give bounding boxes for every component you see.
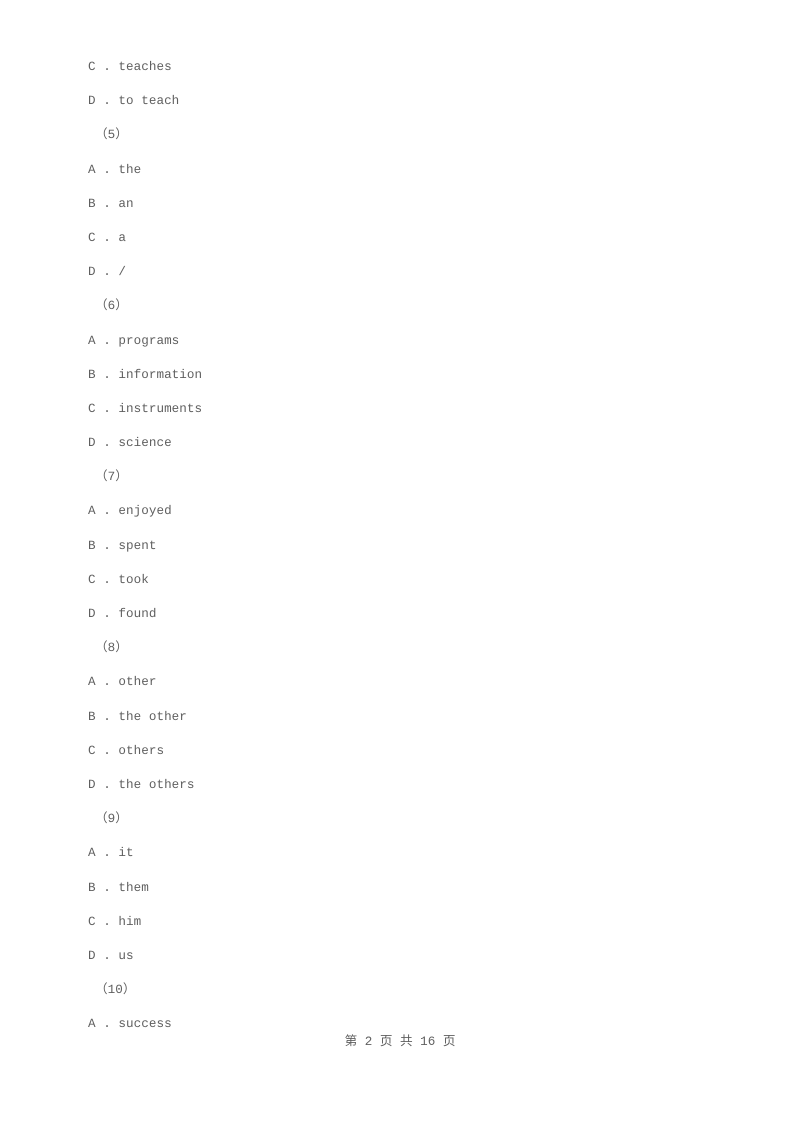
- answer-option: B . an: [88, 196, 134, 211]
- answer-option: C . him: [88, 914, 142, 929]
- answer-option: A . it: [88, 846, 134, 861]
- answer-option: A . programs: [88, 333, 180, 348]
- answer-option: B . them: [88, 880, 149, 895]
- answer-option: A . enjoyed: [88, 504, 172, 519]
- answer-option: D . the others: [88, 777, 195, 792]
- question-options-list: C . teaches D . to teach （5） A . the B . an C…: [88, 50, 708, 1041]
- answer-option: C . took: [88, 572, 149, 587]
- answer-option: D . science: [88, 436, 172, 451]
- answer-option: B . the other: [88, 709, 187, 724]
- answer-option: D . us: [88, 948, 134, 963]
- page-footer: 第 2 页 共 16 页: [344, 1035, 456, 1049]
- document-page: C . teaches D . to teach （5） A . the B . an C…: [0, 0, 800, 1132]
- answer-option: D . found: [88, 607, 157, 621]
- answer-option: D . to teach: [88, 94, 180, 109]
- question-number: （9）: [95, 812, 128, 827]
- answer-option: C . a: [88, 230, 127, 245]
- answer-option: C . teaches: [88, 60, 172, 74]
- question-number: （6）: [95, 299, 128, 314]
- answer-option: A . other: [88, 675, 157, 690]
- answer-option: A . the: [88, 162, 142, 177]
- answer-option: B . spent: [88, 538, 157, 553]
- answer-option: C . instruments: [88, 401, 203, 416]
- answer-option: C . others: [88, 743, 165, 758]
- answer-option: B . information: [88, 367, 203, 382]
- question-number: （8）: [95, 641, 128, 656]
- answer-option: D . /: [88, 265, 127, 280]
- question-number: （7）: [95, 470, 128, 485]
- question-number: （10）: [95, 983, 136, 998]
- question-number: （5）: [95, 128, 128, 143]
